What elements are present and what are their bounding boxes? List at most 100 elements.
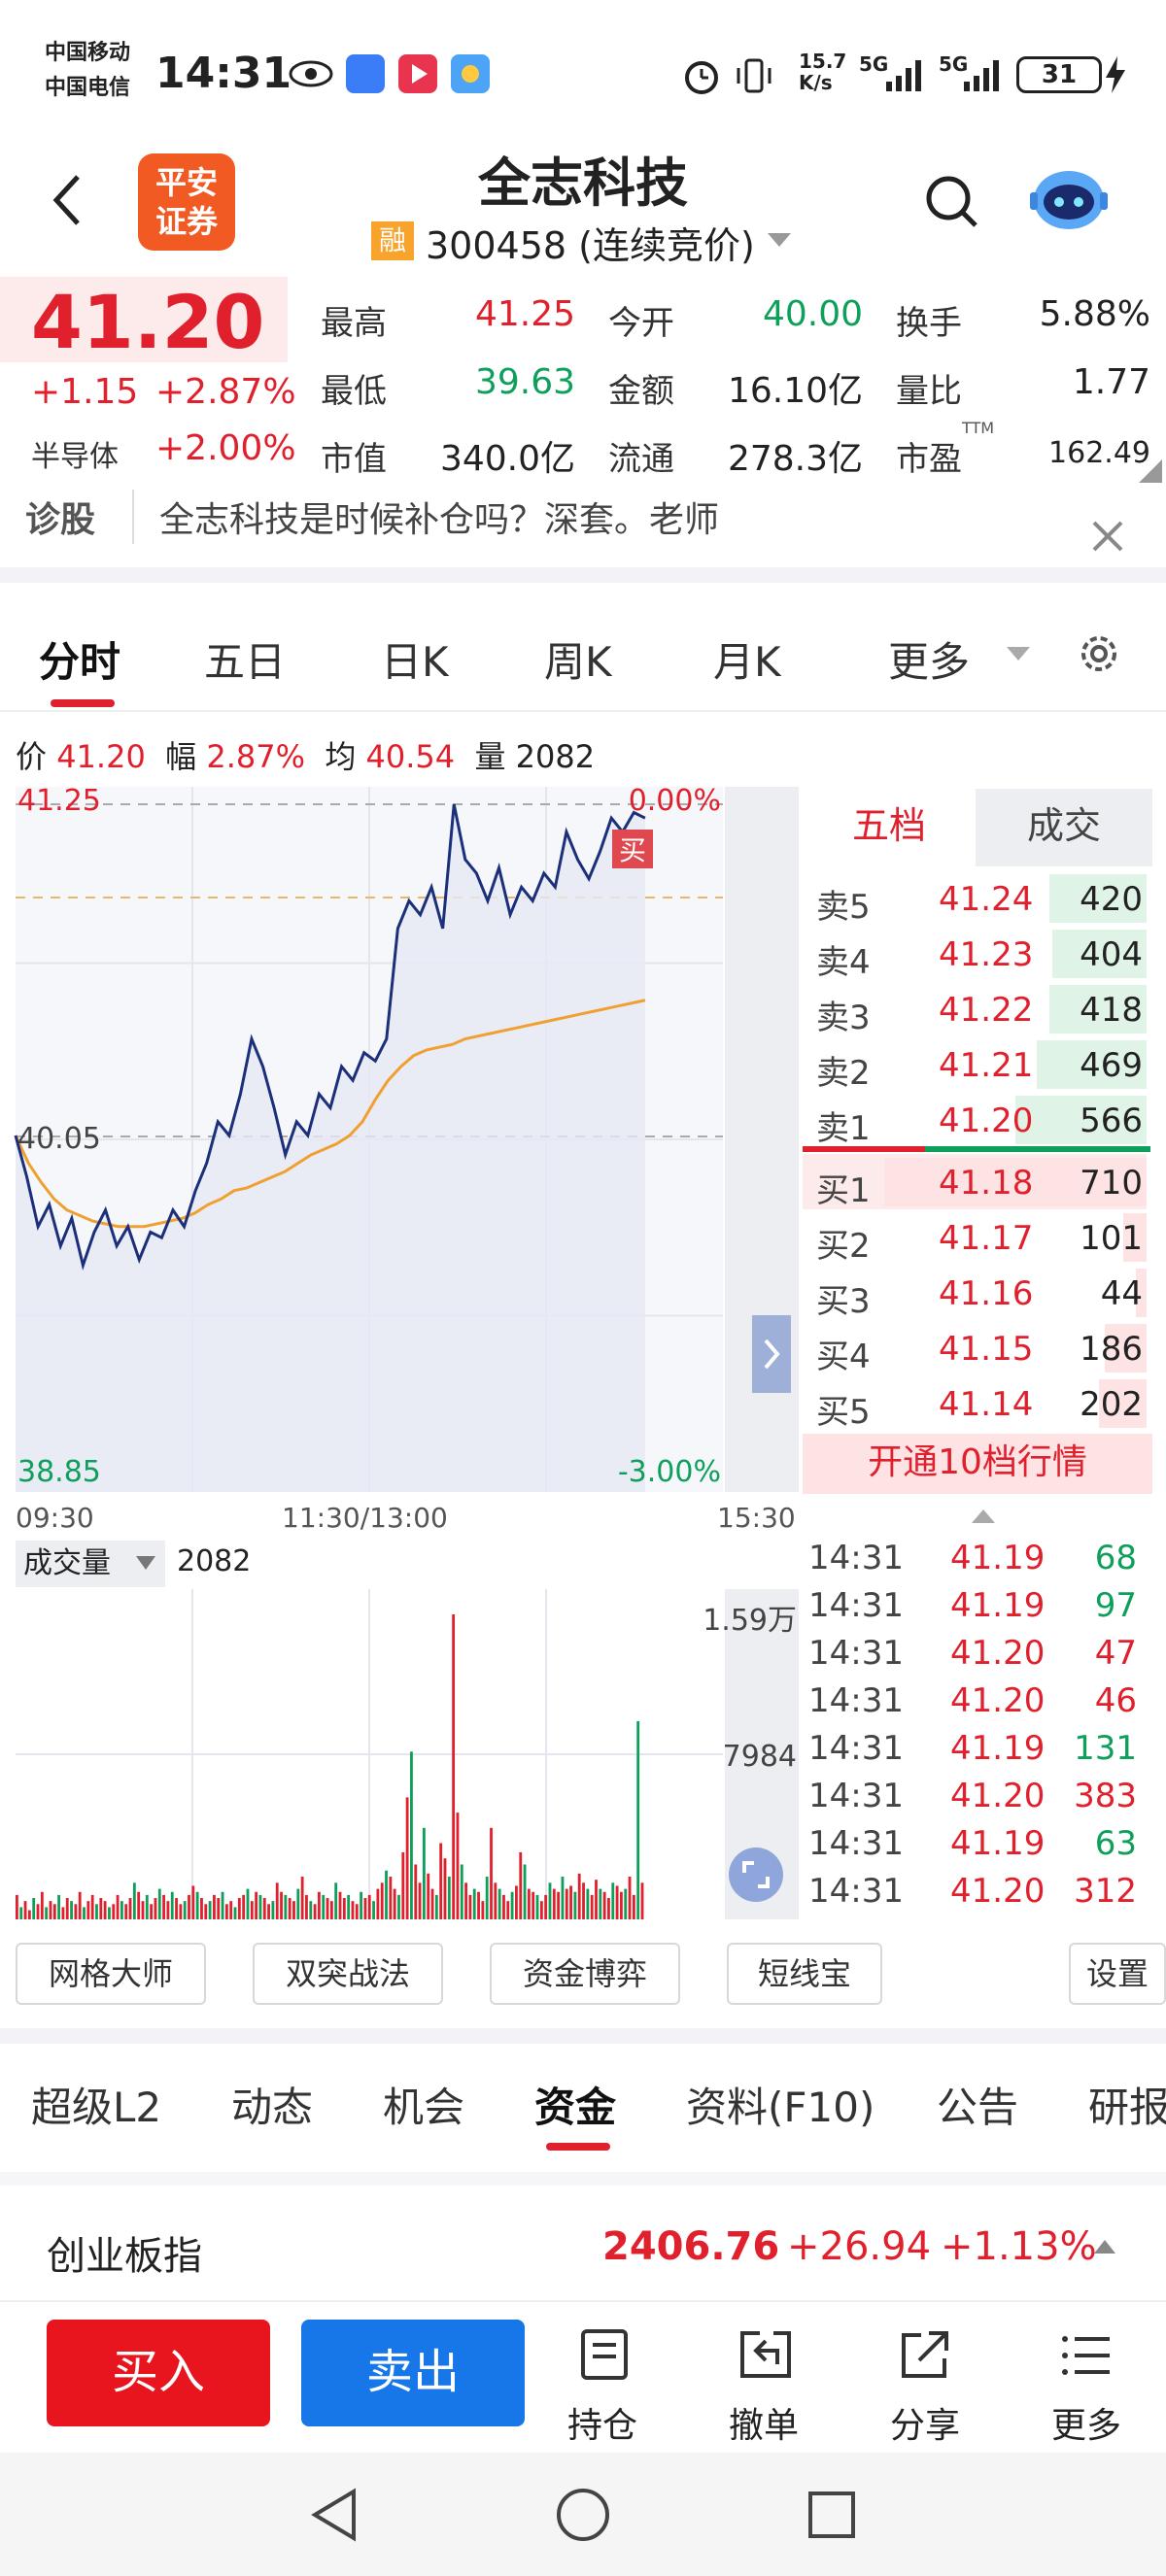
ask-level-1[interactable]: 卖5 41.24 420 xyxy=(803,870,1147,927)
volume-bar xyxy=(262,1898,266,1919)
volume-bar xyxy=(510,1891,514,1919)
upgrade-level10-button[interactable]: 开通10档行情 xyxy=(803,1434,1152,1494)
bid-level-2[interactable]: 买2 41.17 101 xyxy=(803,1209,1147,1266)
volume-bar xyxy=(242,1894,246,1919)
stock-code[interactable]: 300458 (连续竞价) xyxy=(426,216,755,269)
vibrate-icon xyxy=(737,58,772,93)
cancel-order-icon[interactable] xyxy=(737,2327,795,2382)
cancel-order-label[interactable]: 撤单 xyxy=(705,2397,822,2448)
trade-row: 14:31 41.19 97 xyxy=(806,1584,1150,1632)
tool-double-breakout[interactable]: 双突战法 xyxy=(253,1943,443,2005)
nav-home-icon[interactable] xyxy=(554,2486,612,2544)
tab-announcements[interactable]: 公告 xyxy=(937,2075,1018,2134)
y-top-label: 41.25 xyxy=(17,787,101,818)
video-app-icon xyxy=(398,54,437,93)
nav-recents-icon[interactable] xyxy=(806,2490,857,2540)
ask-level-4[interactable]: 卖2 41.21 469 xyxy=(803,1036,1147,1093)
buy-button[interactable]: 买入 xyxy=(47,2320,270,2426)
volume-bar xyxy=(305,1894,308,1919)
volume-ratio-label: 量比 xyxy=(896,372,962,411)
diagnosis-text[interactable]: 全志科技是时候补仓吗？深套。老师 xyxy=(159,491,719,542)
tool-fund-game[interactable]: 资金博弈 xyxy=(490,1943,680,2005)
more-icon[interactable] xyxy=(1059,2331,1114,2380)
tab-intraday[interactable]: 分时 xyxy=(39,629,120,689)
holdings-label[interactable]: 持仓 xyxy=(544,2397,661,2448)
volume-bar xyxy=(628,1877,632,1919)
volume-bar xyxy=(515,1885,518,1919)
volume-bar xyxy=(49,1901,52,1919)
tool-grid-master[interactable]: 网格大师 xyxy=(16,1943,206,2005)
bid-level-4[interactable]: 买4 41.15 186 xyxy=(803,1320,1147,1376)
trade-time: 14:31 xyxy=(808,1681,904,1720)
tab-news-feed[interactable]: 动态 xyxy=(231,2075,313,2134)
chart-info-line: 价 41.20 幅 2.87% 均 40.54 量 2082 xyxy=(16,732,595,777)
tab-monthly-k[interactable]: 月K xyxy=(713,629,781,689)
tab-f10[interactable]: 资料(F10) xyxy=(686,2075,874,2134)
diagnosis-bar[interactable]: 诊股 全志科技是时候补仓吗？深套。老师 xyxy=(0,486,1166,583)
share-icon[interactable] xyxy=(898,2327,952,2382)
price-value: 41.20 xyxy=(56,738,146,775)
volume-bar xyxy=(632,1894,635,1919)
volume-bar xyxy=(132,1882,136,1919)
volume-bar xyxy=(16,1894,18,1919)
ask-level-3[interactable]: 卖3 41.22 418 xyxy=(803,981,1147,1037)
tool-settings[interactable]: 设置 xyxy=(1069,1943,1166,2005)
price-label: 价 xyxy=(16,738,48,775)
tab-five-day[interactable]: 五日 xyxy=(204,629,286,689)
volume-chart[interactable]: 1.59万 7984 xyxy=(0,1589,799,1919)
tab-funds[interactable]: 资金 xyxy=(534,2075,616,2134)
pe-value: 162.49 xyxy=(1048,436,1150,470)
stock-name: 全志科技 xyxy=(478,153,688,214)
robot-assistant-icon[interactable] xyxy=(1028,161,1110,235)
dropdown-triangle-icon[interactable] xyxy=(768,233,791,249)
trade-price: 41.20 xyxy=(950,1872,1046,1911)
volume-bar xyxy=(430,1888,434,1919)
tab-five-levels[interactable]: 五档 xyxy=(803,789,976,866)
tab-super-l2[interactable]: 超级L2 xyxy=(31,2075,161,2134)
volume-bar xyxy=(137,1891,141,1919)
level-volume: 186 xyxy=(1080,1330,1143,1369)
scroll-up-triangle-icon[interactable] xyxy=(972,1509,995,1525)
close-icon[interactable] xyxy=(1090,519,1125,554)
index-ticker[interactable]: 创业板指 2406.76 +26.94 +1.13% xyxy=(0,2186,1166,2302)
bid-level-1[interactable]: 买1 41.18 710 xyxy=(803,1154,1147,1210)
open-label: 今开 xyxy=(608,304,674,343)
level-price: 41.23 xyxy=(939,935,1034,974)
ask-level-2[interactable]: 卖4 41.23 404 xyxy=(803,926,1147,982)
tab-daily-k[interactable]: 日K xyxy=(381,629,449,689)
tab-research[interactable]: 研报 xyxy=(1088,2075,1166,2134)
tab-opportunity[interactable]: 机会 xyxy=(383,2075,464,2134)
expand-panel-handle[interactable] xyxy=(752,1315,791,1393)
bid-level-3[interactable]: 买3 41.16 44 xyxy=(803,1265,1147,1321)
volume-bar xyxy=(565,1888,568,1919)
intraday-price-chart[interactable]: 41.25 40.05 38.85 0.00% -3.00% 买 xyxy=(0,787,799,1492)
index-change-pct: +1.13% xyxy=(941,2224,1097,2269)
sell-button[interactable]: 卖出 xyxy=(301,2320,525,2426)
carrier-1: 中国移动 xyxy=(45,41,131,65)
indicator-selector[interactable]: 成交量 xyxy=(16,1541,165,1587)
settings-gear-icon[interactable] xyxy=(1075,629,1123,678)
tool-short-term[interactable]: 短线宝 xyxy=(727,1943,882,2005)
high-value: 41.25 xyxy=(474,294,575,334)
more-dropdown-icon[interactable] xyxy=(1007,647,1030,662)
tab-more[interactable]: 更多 xyxy=(888,629,970,689)
search-icon[interactable] xyxy=(923,173,981,231)
tab-weekly-k[interactable]: 周K xyxy=(544,629,612,689)
sector-name[interactable]: 半导体 xyxy=(31,432,119,475)
expand-corner-icon[interactable] xyxy=(1139,459,1162,483)
volume-bar xyxy=(292,1901,295,1919)
divider xyxy=(132,490,134,544)
holdings-icon[interactable] xyxy=(577,2327,632,2382)
index-expand-icon[interactable] xyxy=(1094,2240,1115,2254)
more-label[interactable]: 更多 xyxy=(1028,2397,1145,2448)
ask-level-5[interactable]: 卖1 41.20 566 xyxy=(803,1092,1147,1148)
volume-bar xyxy=(65,1898,69,1919)
share-label[interactable]: 分享 xyxy=(867,2397,983,2448)
nav-back-icon[interactable] xyxy=(307,2486,361,2544)
tab-trades[interactable]: 成交 xyxy=(976,789,1152,866)
level-label: 买5 xyxy=(816,1393,871,1432)
bid-level-5[interactable]: 买5 41.14 202 xyxy=(803,1375,1147,1432)
fullscreen-button[interactable] xyxy=(729,1847,783,1902)
volume-bar xyxy=(128,1898,132,1919)
pe-ttm-superscript: TTM xyxy=(962,419,995,437)
